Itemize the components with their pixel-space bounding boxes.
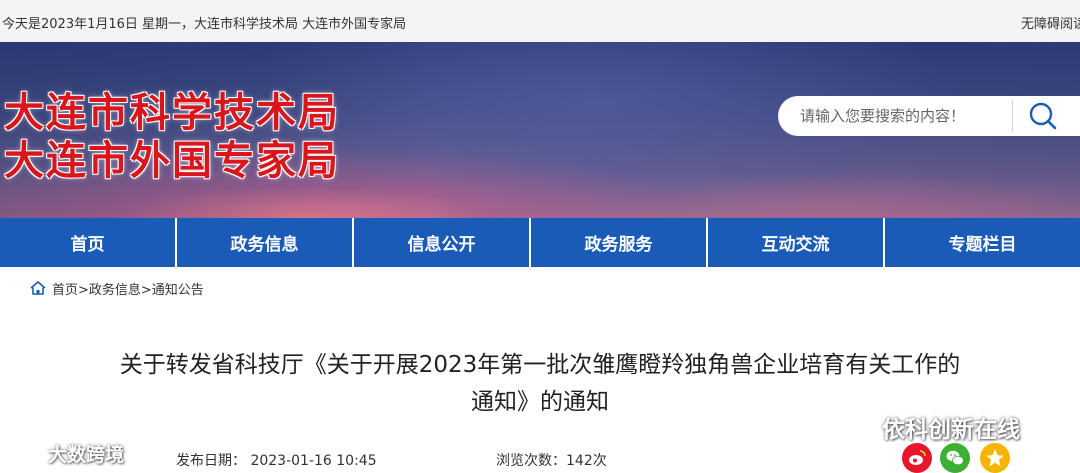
header-banner: 大连市科学技术局 大连市外国专家局 (0, 42, 1080, 218)
share-qzone-button[interactable] (980, 443, 1010, 473)
nav-item-special-topics[interactable]: 专题栏目 (885, 218, 1080, 267)
share-wechat-button[interactable] (940, 443, 970, 473)
home-icon (30, 281, 46, 295)
top-info-bar: 今天是2023年1月16日 星期一，大连市科学技术局 大连市外国专家局 无障碍阅… (0, 0, 1080, 42)
watermark-text-2: 大数跨境 (48, 444, 125, 466)
search-input[interactable] (800, 104, 1010, 128)
wechat-watermark-icon (845, 415, 876, 438)
main-nav: 首页 政务信息 信息公开 政务服务 互动交流 专题栏目 (0, 218, 1080, 267)
date-text: 今天是2023年1月16日 星期一，大连市科学技术局 大连市外国专家局 (2, 17, 407, 32)
watermark-text-1: 依科创新在线 (882, 417, 1020, 443)
search-divider (1012, 100, 1013, 132)
watermark-yikechuangxin: 依科创新在线 (844, 410, 1020, 444)
weibo-icon (909, 450, 926, 465)
nav-item-government-info[interactable]: 政务信息 (177, 218, 354, 267)
brand-watermark-icon (5, 445, 43, 462)
breadcrumb: 首页>政务信息>通知公告 (30, 279, 204, 298)
nav-item-info-disclosure[interactable]: 信息公开 (354, 218, 531, 267)
nav-item-home[interactable]: 首页 (0, 218, 177, 267)
site-logo-line2[interactable]: 大连市外国专家局 (4, 128, 340, 186)
wechat-icon (946, 450, 964, 466)
article-title-line1: 关于转发省科技厅《关于开展2023年第一批次雏鹰瞪羚独角兽企业培育有关工作的 (119, 352, 961, 378)
watermark-dashukuajing: 大数跨境 (4, 440, 124, 467)
nav-item-interaction[interactable]: 互动交流 (708, 218, 885, 267)
qzone-icon (986, 449, 1004, 467)
share-weibo-button[interactable] (902, 443, 932, 473)
breadcrumb-text[interactable]: 首页>政务信息>通知公告 (52, 279, 204, 298)
accessibility-link[interactable]: 无障碍阅读 (1021, 13, 1080, 32)
nav-item-government-services[interactable]: 政务服务 (531, 218, 708, 267)
search-button[interactable] (1026, 100, 1060, 132)
search-icon (1029, 102, 1057, 130)
publish-date: 发布日期： 2023-01-16 10:45 (176, 453, 377, 469)
search-box (778, 96, 1080, 136)
view-count: 浏览次数：142次 (496, 453, 607, 469)
